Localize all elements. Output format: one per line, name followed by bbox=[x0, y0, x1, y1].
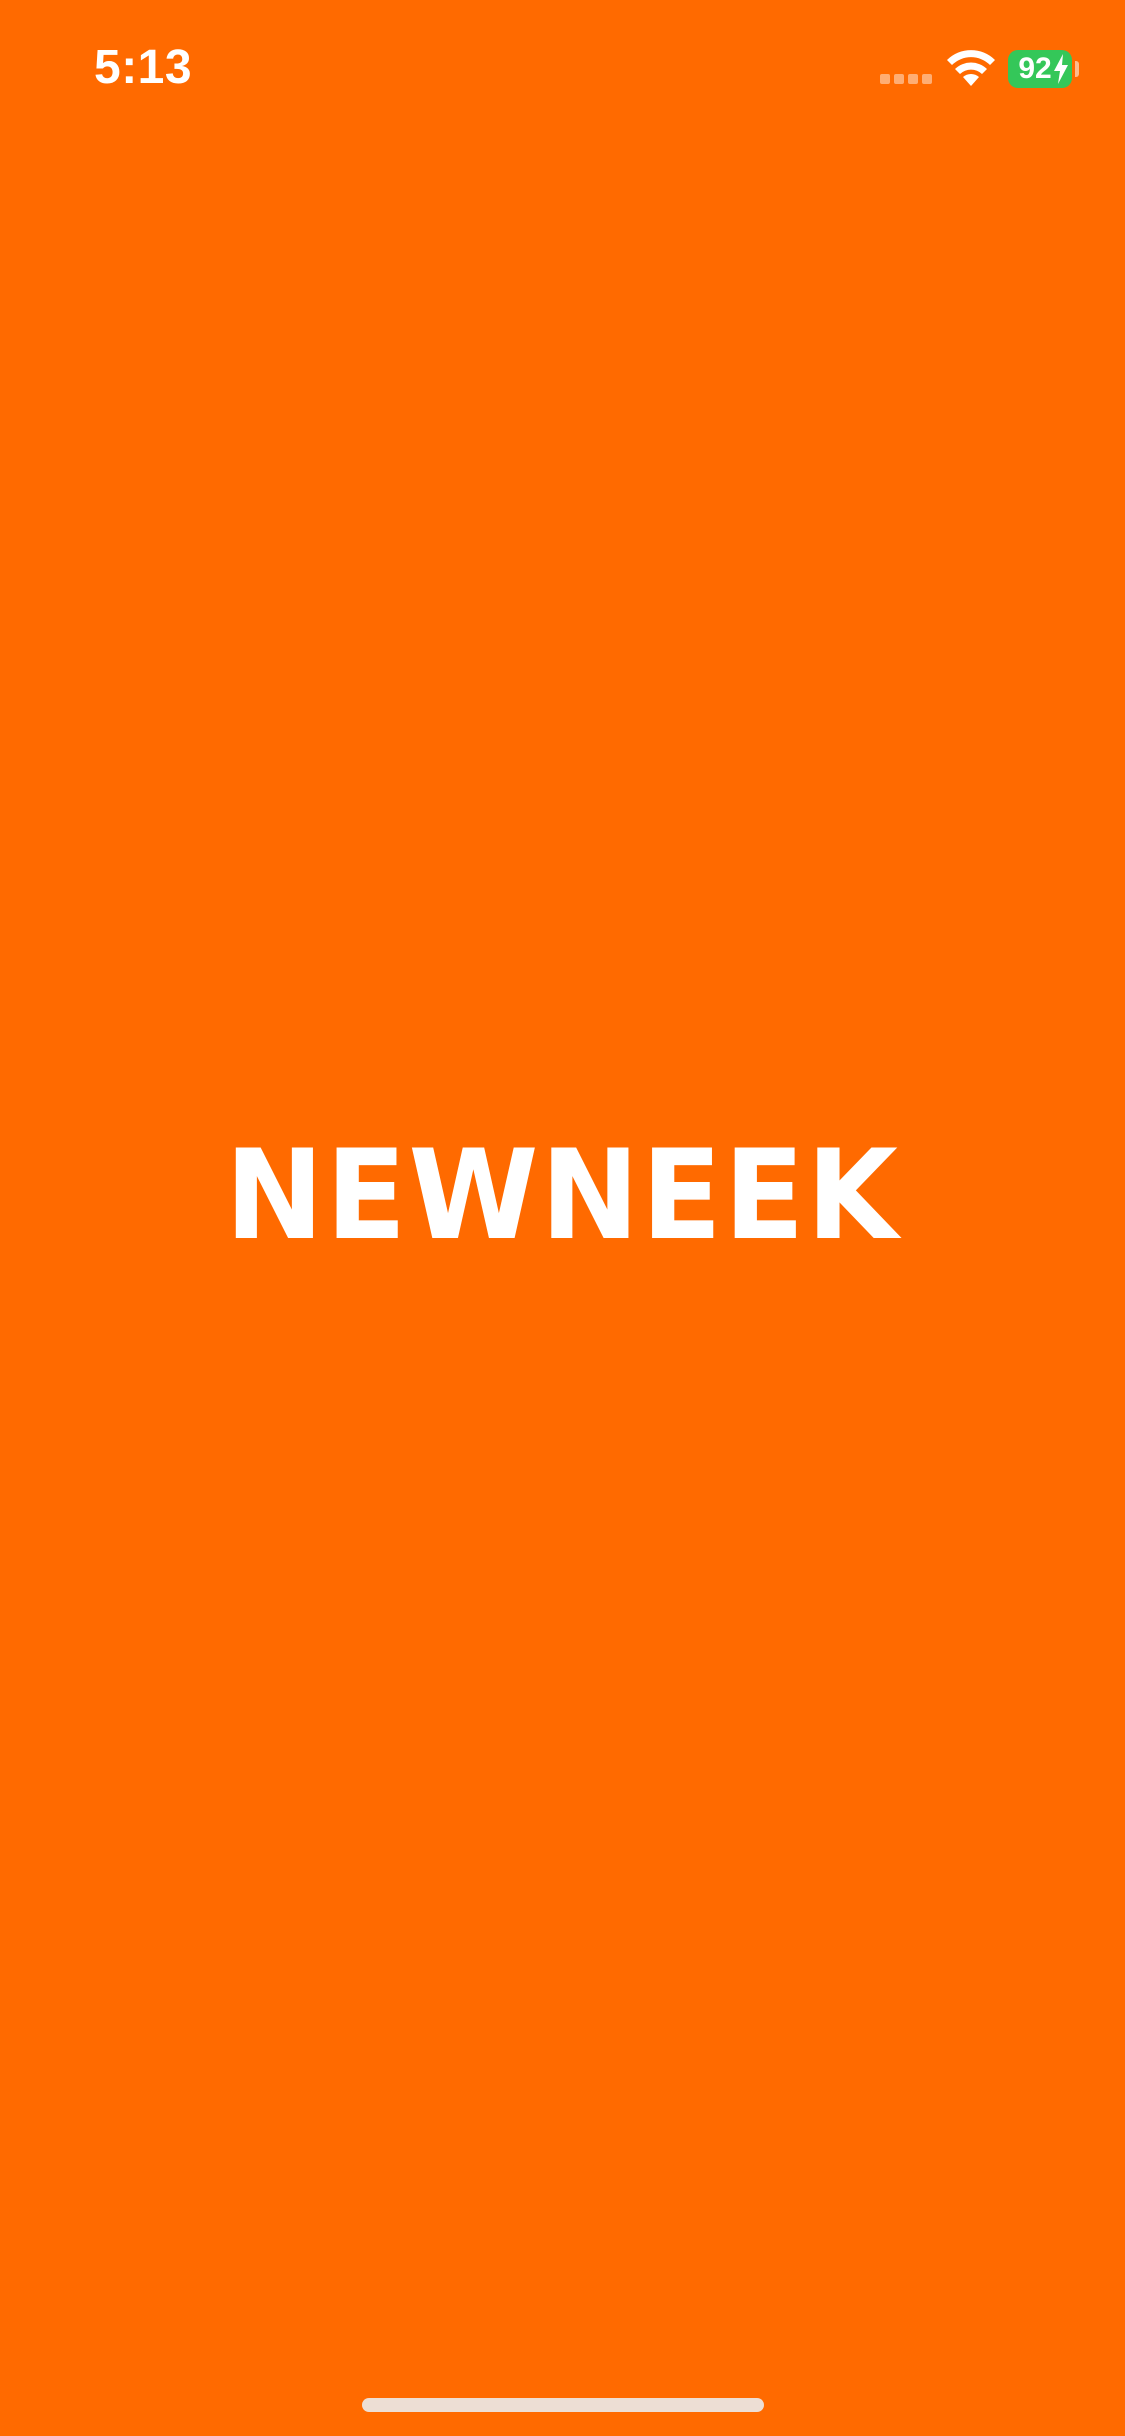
status-bar: 5:13 92 bbox=[0, 0, 1125, 140]
signal-bar bbox=[880, 74, 890, 84]
signal-bar bbox=[894, 74, 904, 84]
signal-bar bbox=[908, 74, 918, 84]
wifi-icon bbox=[947, 50, 995, 86]
battery-level: 92 bbox=[1018, 52, 1052, 85]
status-time: 5:13 bbox=[94, 41, 193, 94]
battery-icon: 92 bbox=[1008, 50, 1072, 88]
signal-bar bbox=[922, 74, 932, 84]
splash-screen: 5:13 92 NEWNEEK bbox=[0, 0, 1125, 2436]
cellular-signal-icon bbox=[880, 74, 934, 86]
home-indicator[interactable] bbox=[362, 2398, 764, 2412]
newneek-logo: NEWNEEK bbox=[225, 1122, 900, 1268]
battery-tip bbox=[1075, 61, 1079, 77]
charging-bolt-icon bbox=[1054, 54, 1068, 84]
